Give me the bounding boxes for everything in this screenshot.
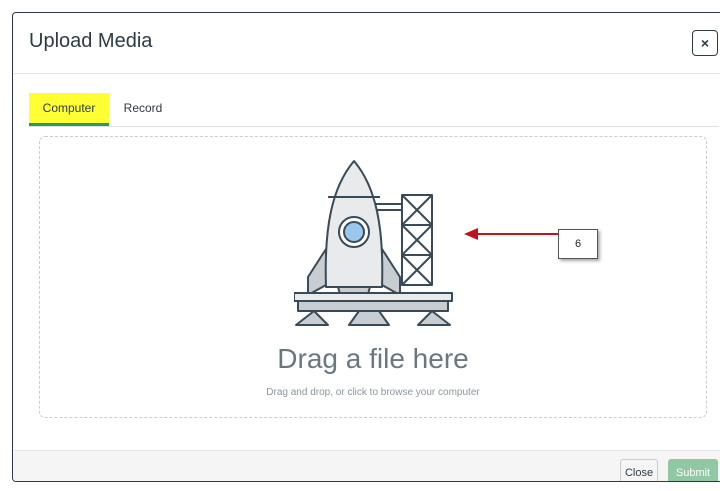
tab-record[interactable]: Record	[121, 93, 165, 123]
file-dropzone[interactable]: 6 Drag a file here Drag and drop, or cli…	[39, 136, 707, 418]
dialog-header: Upload Media ×	[13, 13, 720, 74]
tab-list: Computer Record	[29, 93, 719, 127]
dropzone-subtitle: Drag and drop, or click to browse your c…	[266, 387, 480, 398]
submit-button[interactable]: Submit	[668, 459, 718, 481]
dropzone-title: Drag a file here	[277, 343, 469, 374]
upload-media-dialog: Upload Media × Computer Record 6 Drag a …	[12, 12, 720, 482]
tab-computer[interactable]: Computer	[29, 93, 109, 126]
dialog-footer: Close Submit	[13, 450, 720, 481]
close-button[interactable]: Close	[620, 459, 658, 481]
dialog-title: Upload Media	[29, 30, 153, 52]
close-icon[interactable]: ×	[692, 30, 718, 56]
rocket-launch-icon	[294, 160, 453, 326]
annotation-arrow	[464, 228, 558, 240]
annotation-callout: 6	[558, 229, 598, 259]
